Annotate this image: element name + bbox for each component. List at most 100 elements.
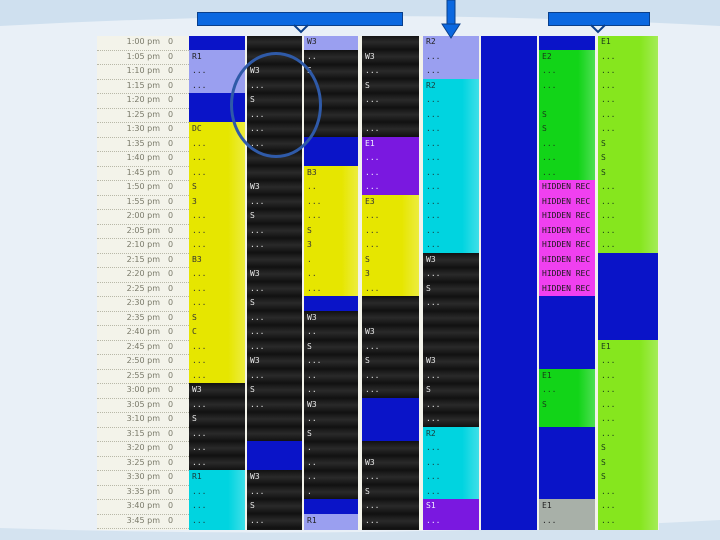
count-value: 0 (168, 385, 174, 394)
track-5-label: ... (426, 414, 441, 423)
count-value: 0 (168, 501, 174, 510)
track-1-label: ... (192, 443, 207, 452)
track-4-label: E3 (365, 196, 375, 206)
track-2-label: ... (250, 196, 265, 206)
time-label: 2:05 pm (126, 225, 160, 235)
track-1-label: S (192, 182, 197, 191)
count-value: 0 (168, 95, 174, 104)
track-2-label: ... (250, 283, 265, 293)
time-label: 1:20 pm (126, 95, 160, 104)
track-1-label: DC (192, 124, 202, 133)
count-value: 0 (168, 443, 174, 452)
track-4-label: ... (365, 167, 380, 177)
count-value: 0 (168, 515, 174, 525)
track-3-label: .. (307, 327, 317, 336)
track-4-label: W3 (365, 51, 375, 61)
track-4-label: 3 (365, 269, 370, 278)
track-3-label: S (307, 225, 312, 235)
track-7-label: S (542, 528, 547, 530)
time-label: 1:05 pm (126, 51, 160, 61)
track-8-label: ... (601, 240, 616, 249)
track-4-label: ... (365, 472, 380, 481)
track-3-block[interactable] (304, 296, 358, 311)
track-7-label: HIDDEN REC (542, 254, 591, 264)
track-2-label: S (250, 211, 255, 220)
count-value: 0 (168, 283, 174, 293)
count-value: 0 (168, 486, 174, 496)
track-1-label: ... (192, 428, 207, 438)
track-1-label: R1 (192, 51, 202, 61)
track-1-label: 3 (192, 196, 197, 206)
track-8-label: S (601, 167, 606, 177)
track-3-block[interactable] (304, 499, 358, 514)
track-1-block[interactable] (189, 36, 245, 50)
track-5-label: ... (426, 182, 441, 191)
track-4-block[interactable] (362, 296, 419, 325)
track-3-label: .. (307, 370, 317, 380)
time-label: 1:25 pm (126, 109, 160, 119)
track-5-label: ... (426, 515, 441, 525)
track-5-label: ... (426, 399, 441, 409)
track-2-label: ... (250, 312, 265, 322)
track-7-label: ... (542, 153, 557, 162)
count-value: 0 (168, 428, 174, 438)
count-value: 0 (168, 167, 174, 177)
track-4-label: ... (365, 153, 380, 162)
time-label: 3:40 pm (126, 501, 160, 510)
track-2-label: ... (250, 327, 265, 336)
count-value: 0 (168, 66, 174, 75)
track-2-label: S (250, 385, 255, 394)
time-label: 3:50 pm (100, 528, 160, 530)
track-3-block[interactable] (304, 136, 358, 166)
track-4-label: W3 (365, 327, 375, 336)
time-label: 3:35 pm (126, 486, 160, 496)
time-label: 3:00 pm (126, 385, 160, 394)
track-8-label: ... (601, 428, 616, 438)
track-3-label: ... (307, 356, 322, 365)
track-7-label: ... (542, 66, 557, 75)
track-8-label: ... (601, 182, 616, 191)
track-7-label: E1 (542, 501, 552, 510)
track-4-label: W3 (365, 457, 375, 467)
track-2-label: S (250, 501, 255, 510)
track-3-label: W3 (307, 312, 317, 322)
track-5-label: ... (426, 472, 441, 481)
track-1-label: ... (192, 298, 207, 307)
track-5-label: W3 (426, 254, 436, 264)
track-4-label: ... (365, 225, 380, 235)
track-4-block[interactable] (362, 397, 419, 441)
track-7-block[interactable] (539, 296, 595, 369)
track-4-label: ... (365, 211, 380, 220)
time-label: 2:45 pm (126, 341, 160, 351)
track-1-label: ... (192, 80, 207, 90)
track-7-label: HIDDEN REC (542, 211, 591, 220)
track-2-block[interactable] (247, 441, 302, 470)
track-6-block[interactable] (481, 36, 537, 530)
count-value: 0 (168, 528, 178, 530)
track-2-label: ... (250, 370, 265, 380)
track-7-label: E2 (542, 51, 552, 61)
track-3-label: 3 (307, 240, 312, 249)
track-7-label: HIDDEN REC (542, 196, 591, 206)
count-value: 0 (168, 414, 174, 423)
track-8-label: S (601, 457, 606, 467)
track-1-label: ... (192, 153, 207, 162)
track-1-label: ... (192, 211, 207, 220)
track-1-label: ... (192, 341, 207, 351)
time-label: 1:50 pm (126, 182, 160, 191)
track-5-label: S (426, 283, 431, 293)
track-7-label: ... (542, 385, 557, 394)
time-label: 2:50 pm (126, 356, 160, 365)
track-7-block[interactable] (539, 36, 595, 50)
time-label: 2:30 pm (126, 298, 160, 307)
track-8-label: ... (601, 66, 616, 75)
track-7-block[interactable] (539, 426, 595, 499)
track-2-label: ... (250, 486, 265, 496)
track-8-block[interactable] (598, 252, 658, 340)
time-label: 2:25 pm (126, 283, 160, 293)
track-2-label: ... (250, 528, 264, 530)
count-value: 0 (168, 298, 174, 307)
track-5-label: ... (426, 66, 441, 75)
track-7-label: E1 (542, 370, 552, 380)
track-1-label: ... (192, 356, 207, 365)
